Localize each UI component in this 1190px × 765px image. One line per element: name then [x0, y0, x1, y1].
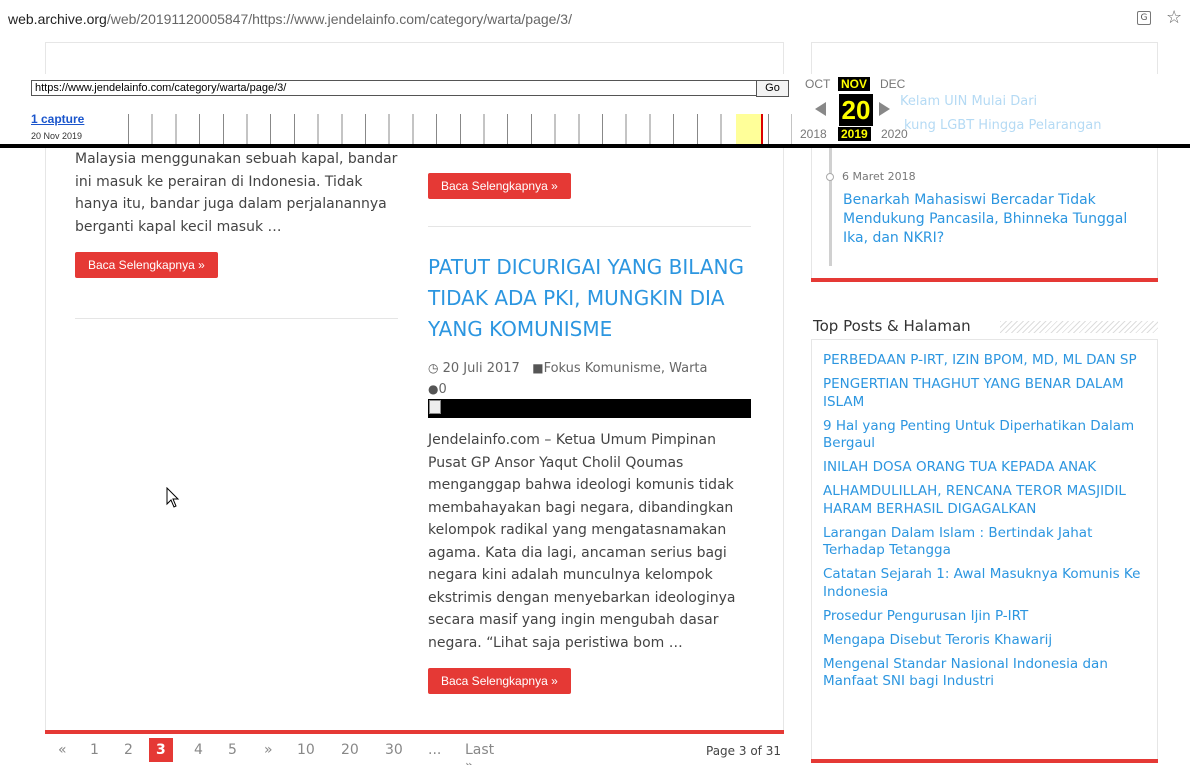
clock-icon: ◷	[428, 361, 439, 375]
address-url[interactable]: web.archive.org/web/20191120005847/https…	[8, 11, 572, 27]
top-post-link[interactable]: ALHAMDULILLAH, RENCANA TEROR MASJIDIL HA…	[823, 483, 1148, 518]
capture-timeline[interactable]	[128, 114, 792, 144]
pagination-page[interactable]: 2	[124, 742, 133, 758]
star-icon[interactable]: ☆	[1166, 7, 1182, 28]
article-date: 20 Juli 2017	[442, 361, 520, 376]
widget-title-decoration	[1000, 321, 1158, 333]
top-post-link[interactable]: Mengapa Disebut Teroris Khawarij	[823, 632, 1148, 650]
timeline-line	[829, 148, 832, 266]
pagination-last[interactable]: Last »	[465, 742, 494, 765]
folder-icon: ■	[532, 361, 544, 375]
pagination-next[interactable]: »	[264, 742, 273, 758]
article-title[interactable]: PATUT DICURIGAI YANG BILANG TIDAK ADA PK…	[428, 252, 758, 345]
browser-window: { "browser": { "url_host": "web.archive.…	[0, 0, 1190, 765]
widget-title: Top Posts & Halaman	[813, 317, 971, 335]
article-categories[interactable]: Fokus Komunisme, Warta	[544, 361, 708, 376]
comments-icon: ●	[428, 382, 439, 396]
article-body: Jendelainfo.com – Ketua Umum Pimpinan Pu…	[428, 429, 758, 694]
pagination-ellipsis: ...	[428, 742, 442, 758]
top-post-link[interactable]: Prosedur Pengurusan Ijin P-IRT	[823, 608, 1148, 626]
article-meta: ◷ 20 Juli 2017 ■Fokus Komunisme, Warta	[428, 358, 758, 379]
pagination-first[interactable]: «	[58, 742, 67, 758]
divider	[428, 226, 751, 227]
top-post-link[interactable]: Larangan Dalam Islam : Bertindak Jahat T…	[823, 525, 1148, 560]
pagination-page[interactable]: 5	[228, 742, 237, 758]
current-month: NOV	[838, 77, 871, 91]
wayback-url-input[interactable]: https://www.jendelainfo.com/category/war…	[31, 80, 759, 96]
timeline-post-link[interactable]: Benarkah Mahasiswi Bercadar Tidak Menduk…	[843, 191, 1148, 248]
obscured-text: Kelam UIN Mulai Dari	[900, 94, 1038, 109]
top-posts-list: PERBEDAAN P-IRT, IZIN BPOM, MD, ML DAN S…	[823, 352, 1148, 697]
prev-year[interactable]: 2018	[800, 127, 827, 141]
prev-capture-arrow-icon[interactable]	[815, 102, 826, 116]
capture-date-range: 20 Nov 2019	[31, 131, 83, 141]
article-comments[interactable]: ●0	[428, 379, 758, 400]
go-button[interactable]: Go	[756, 80, 789, 97]
article: PATUT DICURIGAI YANG BILANG TIDAK ADA PK…	[428, 252, 758, 400]
prev-article-footer: Baca Selengkapnya »	[428, 173, 571, 199]
captures-link[interactable]: 1 capture	[31, 112, 84, 126]
pagination-page[interactable]: 10	[297, 742, 315, 758]
next-month[interactable]: DEC	[880, 77, 905, 91]
current-year: 2019	[838, 127, 871, 141]
broken-image-icon	[429, 400, 441, 414]
top-post-link[interactable]: INILAH DOSA ORANG TUA KEPADA ANAK	[823, 459, 1148, 477]
top-post-link[interactable]: PENGERTIAN THAGHUT YANG BENAR DALAM ISLA…	[823, 376, 1148, 411]
browser-address-bar[interactable]: web.archive.org/web/20191120005847/https…	[0, 0, 1190, 42]
timeline-capture-marker[interactable]	[761, 114, 763, 144]
left-article: Malaysia menggunakan sebuah kapal, banda…	[75, 148, 400, 278]
read-more-button[interactable]: Baca Selengkapnya »	[75, 252, 218, 278]
mouse-cursor-icon	[166, 487, 180, 508]
pagination-page[interactable]: 30	[385, 742, 403, 758]
next-capture-arrow-icon[interactable]	[879, 102, 890, 116]
next-year[interactable]: 2020	[881, 127, 908, 141]
top-post-link[interactable]: 9 Hal yang Penting Untuk Diperhatikan Da…	[823, 418, 1148, 453]
timeline-dot	[826, 173, 834, 181]
divider	[75, 318, 398, 319]
top-post-link[interactable]: PERBEDAAN P-IRT, IZIN BPOM, MD, ML DAN S…	[823, 352, 1148, 370]
read-more-button[interactable]: Baca Selengkapnya »	[428, 668, 571, 694]
timeline-current-month	[736, 114, 762, 144]
article-excerpt: Jendelainfo.com – Ketua Umum Pimpinan Pu…	[428, 432, 736, 651]
top-post-link[interactable]: Mengenal Standar Nasional Indonesia dan …	[823, 656, 1148, 691]
pagination-current-page: 3	[149, 738, 173, 762]
timeline-date: 6 Maret 2018	[842, 170, 916, 183]
article-image[interactable]	[428, 399, 751, 418]
page-indicator: Page 3 of 31	[706, 744, 781, 758]
pagination-page[interactable]: 20	[341, 742, 359, 758]
wayback-toolbar: Kelam UIN Mulai Dari kung LGBT Hingga Pe…	[0, 74, 1190, 148]
top-post-link[interactable]: Catatan Sejarah 1: Awal Masuknya Komunis…	[823, 566, 1148, 601]
article-excerpt: Malaysia menggunakan sebuah kapal, banda…	[75, 151, 398, 235]
obscured-text: kung LGBT Hingga Pelarangan	[904, 118, 1102, 133]
read-more-button[interactable]: Baca Selengkapnya »	[428, 173, 571, 199]
pagination-page[interactable]: 1	[90, 742, 99, 758]
pagination-page[interactable]: 4	[194, 742, 203, 758]
translate-icon[interactable]: G	[1137, 11, 1151, 25]
current-day: 20	[839, 94, 873, 126]
content-bottom-bar	[45, 730, 784, 734]
prev-month[interactable]: OCT	[805, 77, 830, 91]
